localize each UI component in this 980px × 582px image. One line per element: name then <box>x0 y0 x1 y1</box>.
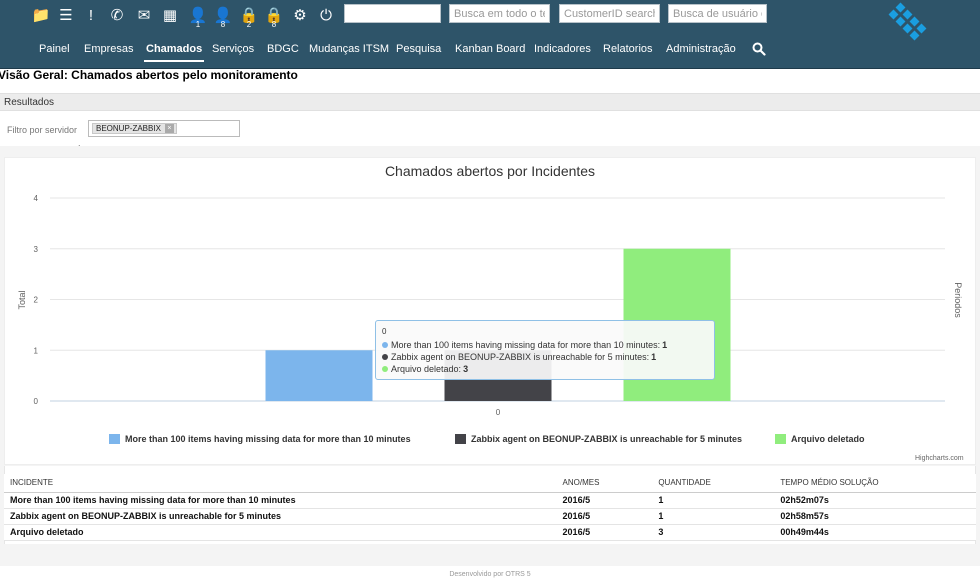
table-cell: Arquivo deletado <box>4 524 557 541</box>
y-tick-label: 4 <box>34 194 39 203</box>
chart-credits[interactable]: Highcharts.com <box>915 455 964 462</box>
tooltip-label: More than 100 items having missing data … <box>391 340 661 350</box>
tooltip-value: 1 <box>651 352 657 362</box>
table-cell: 02h52m07s <box>774 492 976 509</box>
tooltip-label: Zabbix agent on BEONUP-ZABBIX is unreach… <box>391 352 650 362</box>
table-cell: 00h49m44s <box>774 524 976 541</box>
legend-swatch <box>775 434 786 444</box>
y-tick-label: 3 <box>34 245 39 254</box>
tooltip-row: Arquivo deletado: 3 <box>382 363 708 375</box>
table-cell: 3 <box>652 524 775 541</box>
table-cell: 2016/5 <box>556 508 653 525</box>
legend-item[interactable]: Arquivo deletado <box>775 434 865 444</box>
tooltip-header: 0 <box>382 327 387 336</box>
legend-swatch <box>109 434 120 444</box>
footer[interactable]: Desenvolvido por OTRS 5 <box>0 571 980 578</box>
table-cell: 2016/5 <box>556 492 653 509</box>
table-cell: 1 <box>652 508 775 525</box>
table-row[interactable]: Arquivo deletado 2016/5 3 00h49m44s <box>4 524 976 541</box>
series-dot-icon <box>382 342 388 348</box>
table-cell: Zabbix agent on BEONUP-ZABBIX is unreach… <box>4 508 557 525</box>
column-header[interactable]: ANO/MES <box>556 474 653 493</box>
legend-item[interactable]: Zabbix agent on BEONUP-ZABBIX is unreach… <box>455 434 742 444</box>
tooltip-value: 3 <box>463 364 469 374</box>
legend-swatch <box>455 434 466 444</box>
y-tick-label: 2 <box>34 296 39 305</box>
tooltip-value: 1 <box>662 340 668 350</box>
tooltip-row: Zabbix agent on BEONUP-ZABBIX is unreach… <box>382 351 708 363</box>
x-tick-label: 0 <box>496 408 501 417</box>
y-axis-title: Total <box>17 290 27 309</box>
chart-legend: More than 100 items having missing data … <box>0 434 980 448</box>
series-dot-icon <box>382 354 388 360</box>
legend-label: Zabbix agent on BEONUP-ZABBIX is unreach… <box>471 434 743 444</box>
legend-item[interactable]: More than 100 items having missing data … <box>109 434 411 444</box>
tooltip-label: Arquivo deletado: <box>391 364 462 374</box>
table-cell: 02h58m57s <box>774 508 976 525</box>
chart-tooltip: 0 More than 100 items having missing dat… <box>375 320 715 380</box>
column-header[interactable]: QUANTIDADE <box>652 474 775 493</box>
table-row[interactable]: Zabbix agent on BEONUP-ZABBIX is unreach… <box>4 508 976 525</box>
results-table: INCIDENTE ANO/MES QUANTIDADE TEMPO MÉDIO SO… <box>4 474 976 541</box>
bar-series-1[interactable] <box>265 350 373 401</box>
table-header-row: INCIDENTE ANO/MES QUANTIDADE TEMPO MÉDIO SO… <box>4 474 976 493</box>
column-header[interactable]: TEMPO MÉDIO SOLUÇÃO <box>774 474 976 493</box>
series-dot-icon <box>382 366 388 372</box>
y-axis-title-right: Periodos <box>953 282 963 318</box>
y-tick-label: 0 <box>34 397 39 406</box>
y-tick-label: 1 <box>34 346 39 355</box>
column-header[interactable]: INCIDENTE <box>4 474 557 493</box>
table-cell: 2016/5 <box>556 524 653 541</box>
legend-label: Arquivo deletado <box>791 434 865 444</box>
tooltip-row: More than 100 items having missing data … <box>382 339 708 351</box>
table-cell: 1 <box>652 492 775 509</box>
legend-label: More than 100 items having missing data … <box>125 434 411 444</box>
table-row[interactable]: More than 100 items having missing data … <box>4 492 976 509</box>
table-cell: More than 100 items having missing data … <box>4 492 557 509</box>
